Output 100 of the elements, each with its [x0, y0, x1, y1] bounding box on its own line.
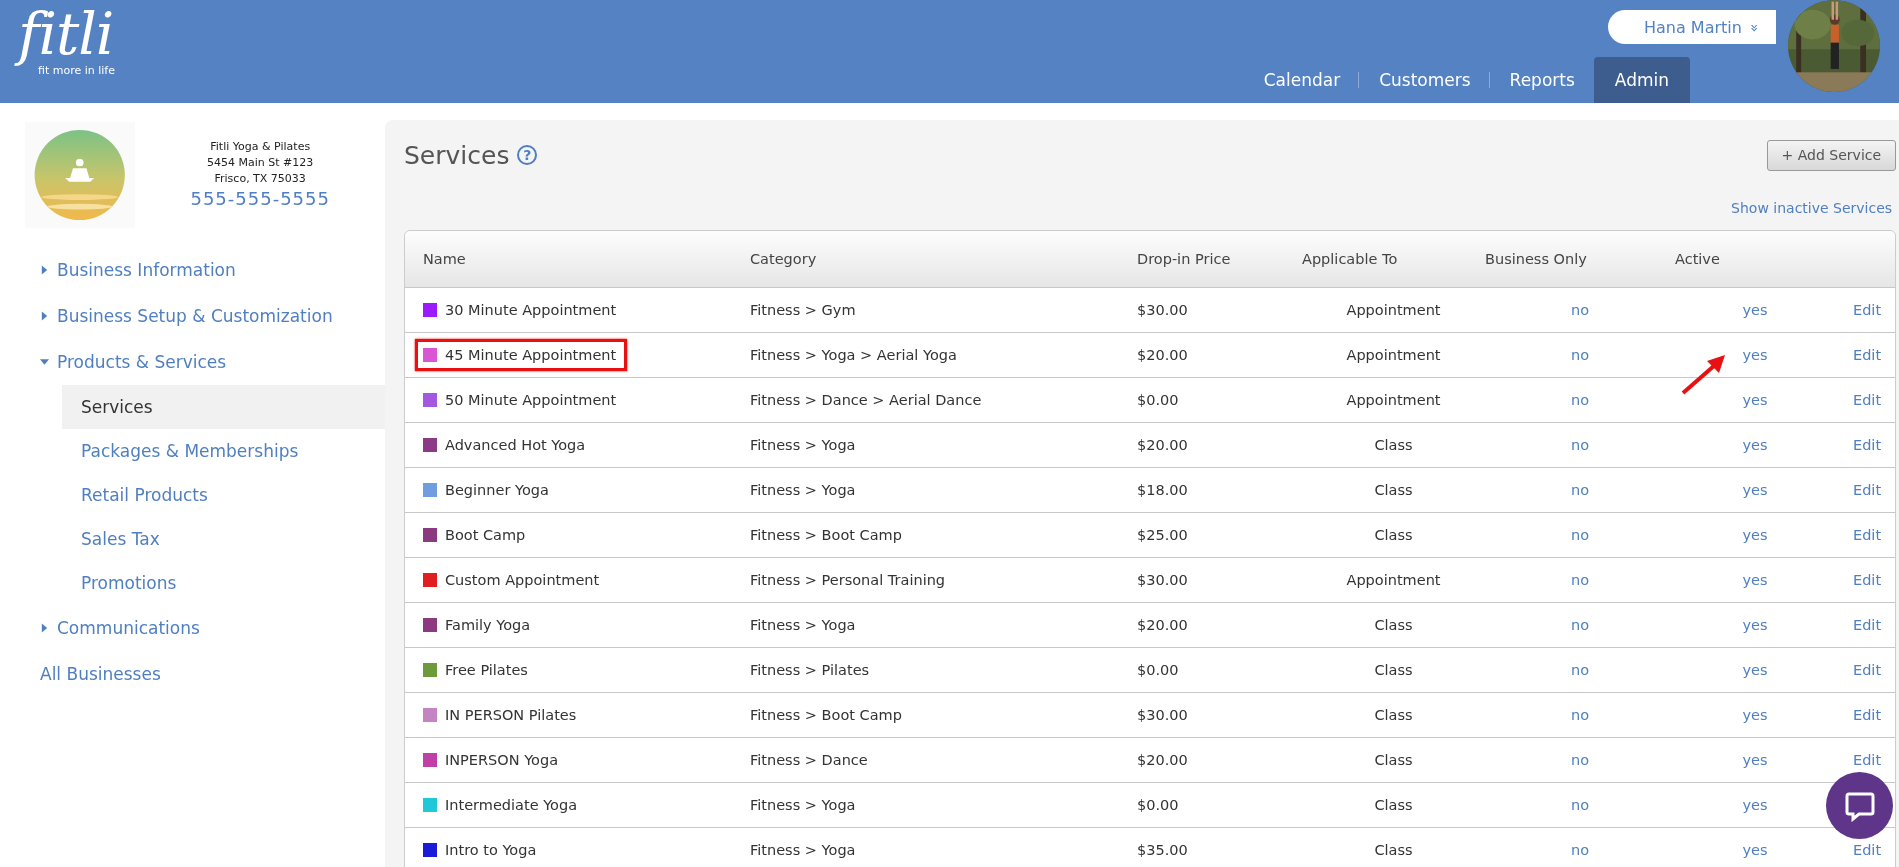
category-cell: Fitness > Yoga — [750, 482, 856, 498]
category-cell: Fitness > Boot Camp — [750, 707, 902, 723]
sidebar-subitem[interactable]: Promotions — [62, 561, 385, 605]
business-phone: 555-555-5555 — [190, 187, 330, 211]
business-only-link[interactable]: no — [1570, 482, 1590, 498]
applicable-cell: Class — [1374, 797, 1413, 813]
add-service-button[interactable]: + Add Service — [1766, 139, 1897, 171]
applicable-cell: Appointment — [1346, 347, 1441, 363]
column-header[interactable]: Applicable To — [1302, 251, 1485, 267]
sidebar-item[interactable]: All Businesses — [0, 651, 385, 697]
business-city: Frisco, TX 75033 — [214, 171, 306, 187]
column-header[interactable]: Drop-in Price — [1119, 251, 1302, 267]
edit-link[interactable]: Edit — [1853, 617, 1882, 633]
category-cell: Fitness > Pilates — [750, 662, 870, 678]
active-link[interactable]: yes — [1742, 617, 1768, 633]
column-header[interactable]: Active — [1675, 251, 1835, 267]
business-only-link[interactable]: no — [1570, 527, 1590, 543]
edit-link[interactable]: Edit — [1853, 752, 1882, 768]
active-link[interactable]: yes — [1742, 527, 1768, 543]
category-cell: Fitness > Personal Training — [750, 572, 946, 588]
business-only-link[interactable]: no — [1570, 302, 1590, 318]
applicable-cell: Class — [1374, 527, 1413, 543]
nav-tab[interactable]: Reports — [1490, 57, 1594, 103]
edit-link[interactable]: Edit — [1853, 527, 1882, 543]
price-cell: $30.00 — [1137, 572, 1188, 588]
business-only-link[interactable]: no — [1570, 842, 1590, 858]
category-cell: Fitness > Yoga — [750, 437, 856, 453]
price-cell: $18.00 — [1137, 482, 1188, 498]
sidebar-subitem[interactable]: Sales Tax — [62, 517, 385, 561]
sidebar-subitem[interactable]: Retail Products — [62, 473, 385, 517]
column-header[interactable]: Business Only — [1485, 251, 1675, 267]
sidebar-subitem[interactable]: Packages & Memberships — [62, 429, 385, 473]
active-link[interactable]: yes — [1742, 302, 1768, 318]
price-cell: $0.00 — [1137, 662, 1179, 678]
business-only-link[interactable]: no — [1570, 662, 1590, 678]
category-cell: Fitness > Yoga > Aerial Yoga — [750, 347, 957, 363]
business-only-link[interactable]: no — [1570, 752, 1590, 768]
business-only-link[interactable]: no — [1570, 437, 1590, 453]
applicable-cell: Class — [1374, 437, 1413, 453]
edit-link[interactable]: Edit — [1853, 662, 1882, 678]
edit-link[interactable]: Edit — [1853, 302, 1882, 318]
service-name: Intermediate Yoga — [445, 797, 578, 813]
service-name: Boot Camp — [445, 527, 526, 543]
edit-link[interactable]: Edit — [1853, 482, 1882, 498]
active-link[interactable]: yes — [1742, 572, 1768, 588]
service-name: Custom Appointment — [445, 572, 600, 588]
category-cell: Fitness > Yoga — [750, 842, 856, 858]
price-cell: $20.00 — [1137, 347, 1188, 363]
active-link[interactable]: yes — [1742, 707, 1768, 723]
help-button[interactable]: ? — [517, 145, 538, 165]
service-name: Family Yoga — [445, 617, 531, 633]
category-cell: Fitness > Dance > Aerial Dance — [750, 392, 982, 408]
user-menu-button[interactable]: Hana Martin » — [1608, 10, 1776, 44]
edit-link[interactable]: Edit — [1853, 347, 1882, 363]
sidebar-item[interactable]: Products & Services — [0, 339, 385, 385]
category-cell: Fitness > Gym — [750, 302, 856, 318]
applicable-cell: Class — [1374, 617, 1413, 633]
sidebar-subitem[interactable]: Services — [62, 385, 385, 429]
service-name: Beginner Yoga — [445, 482, 549, 498]
business-only-link[interactable]: no — [1570, 797, 1590, 813]
active-link[interactable]: yes — [1742, 482, 1768, 498]
business-only-link[interactable]: no — [1570, 347, 1590, 363]
service-name: Free Pilates — [445, 662, 528, 678]
sidebar-item[interactable]: Business Setup & Customization — [0, 293, 385, 339]
service-name: 50 Minute Appointment — [445, 392, 617, 408]
edit-link[interactable]: Edit — [1853, 707, 1882, 723]
edit-link[interactable]: Edit — [1853, 392, 1882, 408]
edit-link[interactable]: Edit — [1853, 572, 1882, 588]
nav-tab[interactable]: Admin — [1593, 57, 1690, 103]
active-link[interactable]: yes — [1742, 437, 1768, 453]
service-name: 45 Minute Appointment — [445, 347, 617, 363]
applicable-cell: Class — [1374, 662, 1413, 678]
logo-tagline: fit more in life — [38, 64, 115, 77]
price-cell: $30.00 — [1137, 707, 1188, 723]
business-only-link[interactable]: no — [1570, 392, 1590, 408]
service-name: INPERSON Yoga — [445, 752, 559, 768]
service-name: 30 Minute Appointment — [445, 302, 617, 318]
edit-link[interactable]: Edit — [1853, 437, 1882, 453]
business-only-link[interactable]: no — [1570, 572, 1590, 588]
sidebar-item[interactable]: Communications — [0, 605, 385, 651]
business-only-link[interactable]: no — [1570, 707, 1590, 723]
active-link[interactable]: yes — [1742, 842, 1768, 858]
business-only-link[interactable]: no — [1570, 617, 1590, 633]
column-header[interactable]: Name — [405, 251, 732, 267]
category-cell: Fitness > Dance — [750, 752, 868, 768]
active-link[interactable]: yes — [1742, 347, 1768, 363]
active-link[interactable]: yes — [1742, 752, 1768, 768]
active-link[interactable]: yes — [1742, 662, 1768, 678]
price-cell: $25.00 — [1137, 527, 1188, 543]
edit-link[interactable]: Edit — [1853, 842, 1882, 858]
business-name: Fitli Yoga & Pilates — [210, 139, 311, 155]
column-header[interactable]: Category — [732, 251, 1119, 267]
active-link[interactable]: yes — [1742, 392, 1768, 408]
price-cell: $35.00 — [1137, 842, 1188, 858]
applicable-cell: Appointment — [1346, 572, 1441, 588]
sidebar-item[interactable]: Business Information — [0, 247, 385, 293]
applicable-cell: Appointment — [1346, 392, 1441, 408]
active-link[interactable]: yes — [1742, 797, 1768, 813]
service-name: IN PERSON Pilates — [445, 707, 577, 723]
applicable-cell: Class — [1374, 482, 1413, 498]
